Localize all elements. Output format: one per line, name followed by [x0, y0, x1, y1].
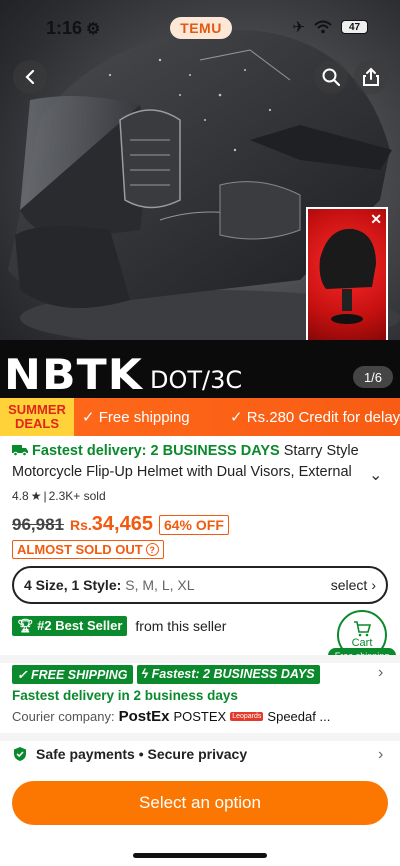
- chevron-right-icon[interactable]: ›: [378, 746, 383, 764]
- stock-status-badge[interactable]: ALMOST SOLD OUT ?: [12, 540, 164, 559]
- shipping-badges[interactable]: ✓ FREE SHIPPING ϟ Fastest: 2 BUSINESS DA…: [12, 665, 320, 684]
- search-button[interactable]: [314, 60, 348, 94]
- star-icon: ★: [30, 489, 42, 503]
- check-icon: ✓: [82, 409, 95, 426]
- time-text: 1:16: [46, 18, 83, 38]
- question-icon: ?: [145, 543, 159, 556]
- divider: [0, 733, 400, 741]
- search-icon: [322, 68, 341, 87]
- wifi-icon: [314, 20, 332, 34]
- check-icon: ✓: [17, 668, 28, 682]
- summer-text: SUMMER: [8, 402, 66, 417]
- summer-deals-badge: SUMMER DEALS: [0, 398, 74, 436]
- helmet-video-image: [319, 228, 376, 324]
- shield-icon: [14, 747, 26, 761]
- security-text: Safe payments • Secure privacy: [36, 746, 248, 762]
- chevron-right-icon[interactable]: ›: [378, 664, 383, 682]
- options-summary: 4 Size, 1 Style:: [24, 577, 122, 593]
- courier-speedaf: Speedaf ...: [267, 709, 331, 724]
- free-shipping-label: FREE SHIPPING: [30, 668, 128, 682]
- courier-label: Courier company:: [12, 709, 115, 724]
- seller-text: from this seller: [135, 618, 227, 634]
- stock-status-text: ALMOST SOLD OUT: [17, 542, 143, 557]
- app-pill: TEMU: [170, 17, 232, 39]
- product-title[interactable]: Fastest delivery: 2 BUSINESS DAYS Starry…: [12, 441, 362, 483]
- brand-certification: DOT/3C: [150, 366, 243, 394]
- system-icons: ✈ 47: [292, 18, 368, 36]
- security-row[interactable]: Safe payments • Secure privacy: [12, 746, 247, 762]
- courier-row[interactable]: Courier company: PostEx POSTEX Leopards …: [12, 708, 330, 725]
- fastest-badge: ϟ Fastest: 2 BUSINESS DAYS: [136, 665, 320, 684]
- old-price: 96,981: [12, 515, 64, 534]
- select-option-button[interactable]: Select an option: [12, 781, 388, 825]
- battery-icon: 47: [341, 20, 368, 34]
- video-preview[interactable]: ✕: [306, 207, 388, 349]
- lightning-icon: ϟ: [141, 667, 149, 681]
- fast-delivery-text: Fastest delivery: 2 BUSINESS DAYS: [32, 443, 280, 459]
- rating-value: 4.8: [12, 489, 29, 503]
- fastest-label: Fastest: 2 BUSINESS DAYS: [151, 667, 315, 681]
- best-seller-badge: 🏆︎ #2 Best Seller: [12, 616, 128, 636]
- promo-free-shipping-label: Free shipping: [98, 409, 190, 426]
- best-seller-row[interactable]: 🏆︎ #2 Best Seller from this seller: [12, 616, 226, 636]
- deals-text: DEALS: [14, 416, 60, 431]
- chevron-right-icon: ›: [371, 577, 376, 593]
- product-image[interactable]: 1:16 ⚙ TEMU ✈ 47 ✕ NBTK DOT/3C 1/6: [0, 0, 400, 398]
- select-link[interactable]: select ›: [331, 577, 376, 593]
- promo-credit-label: Rs.280 Credit for delay: [246, 409, 400, 426]
- share-button[interactable]: [354, 60, 388, 94]
- courier-postex-logo: PostEx: [118, 708, 170, 725]
- chevron-left-icon: [25, 69, 35, 85]
- rating-row[interactable]: 4.8 ★ | 2.3K+ sold: [12, 489, 106, 503]
- share-icon: [363, 67, 379, 86]
- home-indicator: [133, 853, 267, 858]
- promo-free-shipping: ✓ Free shipping: [82, 408, 190, 426]
- divider: [0, 655, 400, 663]
- rating-divider: |: [43, 489, 47, 503]
- truck-icon: [12, 445, 28, 457]
- chevron-down-icon[interactable]: ⌄: [369, 465, 382, 485]
- price-row: 96,981 Rs. 34,465 64% OFF: [12, 513, 229, 536]
- airplane-icon: ✈: [292, 19, 305, 36]
- options-selector[interactable]: 4 Size, 1 Style: S, M, L, XL select ›: [12, 566, 388, 604]
- options-values: S, M, L, XL: [125, 577, 195, 593]
- promo-strip[interactable]: SUMMER DEALS ✓ Free shipping ✓ Rs.280 Cr…: [0, 398, 400, 436]
- promo-credit: ✓ Rs.280 Credit for delay: [230, 408, 400, 426]
- trophy-icon: 🏆︎: [17, 618, 34, 633]
- gear-icon: ⚙: [86, 20, 101, 38]
- fast-delivery-line: Fastest delivery in 2 business days: [12, 688, 238, 703]
- current-price: 34,465: [91, 513, 153, 535]
- check-icon: ✓: [230, 409, 243, 426]
- courier-leopards-logo: Leopards: [230, 712, 264, 721]
- status-time: 1:16 ⚙: [46, 18, 100, 39]
- back-button[interactable]: [13, 60, 47, 94]
- cart-icon: [354, 621, 371, 637]
- status-bar: 1:16 ⚙ TEMU ✈ 47: [0, 0, 400, 58]
- close-icon[interactable]: ✕: [370, 211, 382, 228]
- brand-logo: NBTK: [4, 350, 143, 398]
- best-seller-label: #2 Best Seller: [37, 618, 123, 633]
- sold-count: 2.3K+ sold: [48, 489, 106, 503]
- free-shipping-badge: ✓ FREE SHIPPING: [12, 665, 133, 684]
- currency: Rs.: [70, 517, 92, 533]
- courier-postex: POSTEX: [173, 709, 227, 724]
- discount-badge: 64% OFF: [158, 515, 229, 535]
- select-label: select: [330, 577, 368, 593]
- image-counter: 1/6: [353, 366, 393, 388]
